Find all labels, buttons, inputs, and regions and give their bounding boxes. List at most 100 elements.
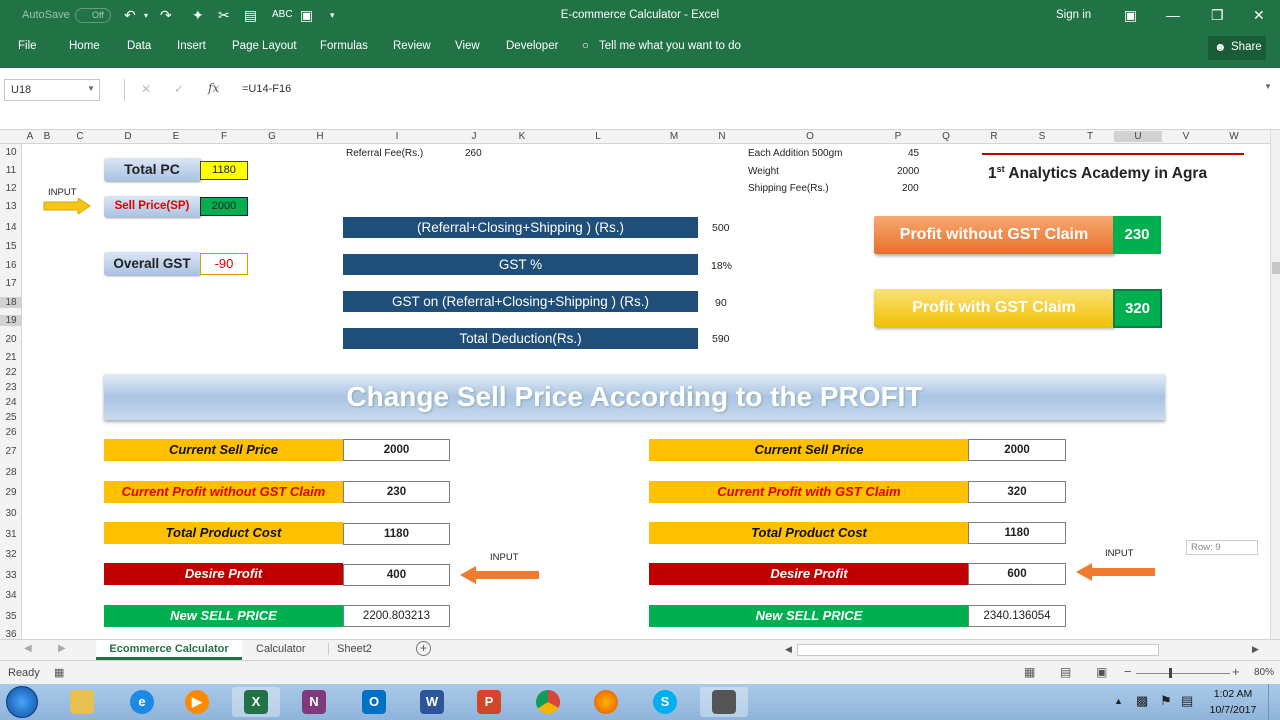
normal-view-icon[interactable]: ▦ [1024,665,1035,679]
horizontal-scroll-thumb[interactable] [797,644,1159,656]
hscroll-left-icon[interactable]: ◀ [785,644,792,655]
row-header[interactable]: 24 [0,397,22,408]
row-header[interactable]: 11 [0,165,22,176]
column-header[interactable]: M [650,131,698,142]
worksheet-grid[interactable]: Total PC 1180 INPUT Sell Price(SP) 2000 … [22,144,1270,639]
screen-recorder-icon[interactable] [700,687,748,717]
column-header[interactable]: L [546,131,650,142]
new-sheet-icon[interactable]: + [416,641,431,656]
page-break-view-icon[interactable]: ▣ [1096,665,1107,679]
current-profit-value[interactable]: 230 [343,481,450,503]
show-desktop-button[interactable] [1268,684,1280,720]
new-sell-price-value[interactable]: 2340.136054 [968,605,1066,627]
tab-page-layout[interactable]: Page Layout [232,40,297,52]
flag-icon[interactable]: ⚑ [1160,693,1172,709]
profit-without-gst-value[interactable]: 230 [1113,216,1161,254]
row-header[interactable]: 14 [0,222,22,233]
row-header[interactable]: 18 [0,297,22,308]
signal-icon[interactable]: ▤ [1181,693,1193,709]
column-header[interactable]: V [1162,131,1210,142]
row-header[interactable]: 10 [0,147,22,158]
deduction-value[interactable]: 90 [715,297,727,309]
tab-formulas[interactable]: Formulas [320,40,368,52]
vertical-scrollbar[interactable] [1270,130,1280,639]
close-icon[interactable]: ✕ [1253,7,1265,24]
column-header[interactable]: B [38,131,56,142]
column-header[interactable]: K [498,131,546,142]
show-hidden-icons-icon[interactable]: ▲ [1114,696,1123,706]
ie-icon[interactable]: e [118,687,166,717]
row-header[interactable]: 19 [0,315,22,326]
column-header[interactable]: P [874,131,922,142]
row-header[interactable]: 35 [0,611,22,622]
tab-home[interactable]: Home [69,40,100,52]
scroll-tabs-right-icon[interactable]: ▶ [58,643,66,654]
column-header[interactable]: S [1018,131,1066,142]
column-header[interactable]: U [1114,131,1162,142]
page-layout-view-icon[interactable]: ▤ [1060,665,1071,679]
deduction-value[interactable]: 500 [712,222,730,234]
clock-date[interactable]: 10/7/2017 [1207,704,1259,716]
row-header[interactable]: 27 [0,446,22,457]
firefox-icon[interactable] [582,687,630,717]
current-sell-price-value[interactable]: 2000 [343,439,450,461]
maximize-icon[interactable]: ❐ [1211,7,1224,24]
row-header[interactable]: 20 [0,334,22,345]
row-header[interactable]: 28 [0,467,22,478]
column-header[interactable]: T [1066,131,1114,142]
row-header[interactable]: 15 [0,241,22,252]
sheet-tab[interactable]: Calculator [248,643,314,655]
onenote-icon[interactable]: N [290,687,338,717]
weight-value[interactable]: 2000 [897,166,919,177]
column-header[interactable]: N [698,131,746,142]
deduction-value[interactable]: 590 [712,333,730,345]
excel-icon[interactable]: X [232,687,280,717]
tab-review[interactable]: Review [393,40,431,52]
profit-with-gst-value[interactable]: 320 [1113,289,1162,328]
column-header[interactable]: R [970,131,1018,142]
row-header[interactable]: 17 [0,278,22,289]
row-header[interactable]: 32 [0,549,22,560]
row-header[interactable]: 34 [0,590,22,601]
ribbon-display-icon[interactable]: ▣ [1124,7,1137,24]
clock-time[interactable]: 1:02 AM [1207,688,1259,700]
column-header[interactable]: G [248,131,296,142]
total-product-cost-value[interactable]: 1180 [343,523,450,545]
row-header[interactable]: 21 [0,352,22,363]
zoom-slider[interactable] [1136,673,1230,674]
row-header[interactable]: 30 [0,508,22,519]
insert-function-icon[interactable]: fx [208,81,219,95]
formula-input[interactable]: =U14-F16 [236,79,1260,101]
powerpoint-icon[interactable]: P [465,687,513,717]
column-header[interactable]: O [746,131,874,142]
hscroll-right-icon[interactable]: ▶ [1252,644,1259,655]
column-header[interactable]: I [344,131,450,142]
outlook-icon[interactable]: O [350,687,398,717]
expand-formula-icon[interactable]: ▼ [1264,82,1272,91]
column-header[interactable]: Q [922,131,970,142]
column-header[interactable]: H [296,131,344,142]
scroll-tabs-left-icon[interactable]: ◀ [24,643,32,654]
row-header[interactable]: 16 [0,260,22,271]
tab-file[interactable]: File [18,40,37,52]
start-button-icon[interactable] [6,686,38,718]
row-header[interactable]: 13 [0,201,22,212]
minimize-icon[interactable]: — [1166,7,1180,23]
column-header[interactable]: F [200,131,248,142]
tab-insert[interactable]: Insert [177,40,206,52]
column-header[interactable]: D [104,131,152,142]
media-player-icon[interactable]: ▶ [173,687,221,717]
network-share-icon[interactable]: ▩ [1136,693,1148,709]
explorer-icon[interactable] [58,687,106,717]
row-header[interactable]: 23 [0,382,22,393]
cancel-icon[interactable]: ✕ [141,82,151,96]
sheet-tab[interactable]: Sheet2 [328,643,380,655]
column-header[interactable]: A [23,131,37,142]
vertical-scroll-thumb[interactable] [1272,262,1280,274]
chrome-icon[interactable] [524,687,572,717]
deduction-value[interactable]: 18% [711,260,732,272]
skype-icon[interactable]: S [641,687,689,717]
each-addition-value[interactable]: 45 [908,148,919,159]
tell-me-box[interactable]: Tell me what you want to do [599,40,741,52]
name-box[interactable]: U18 [4,79,100,101]
